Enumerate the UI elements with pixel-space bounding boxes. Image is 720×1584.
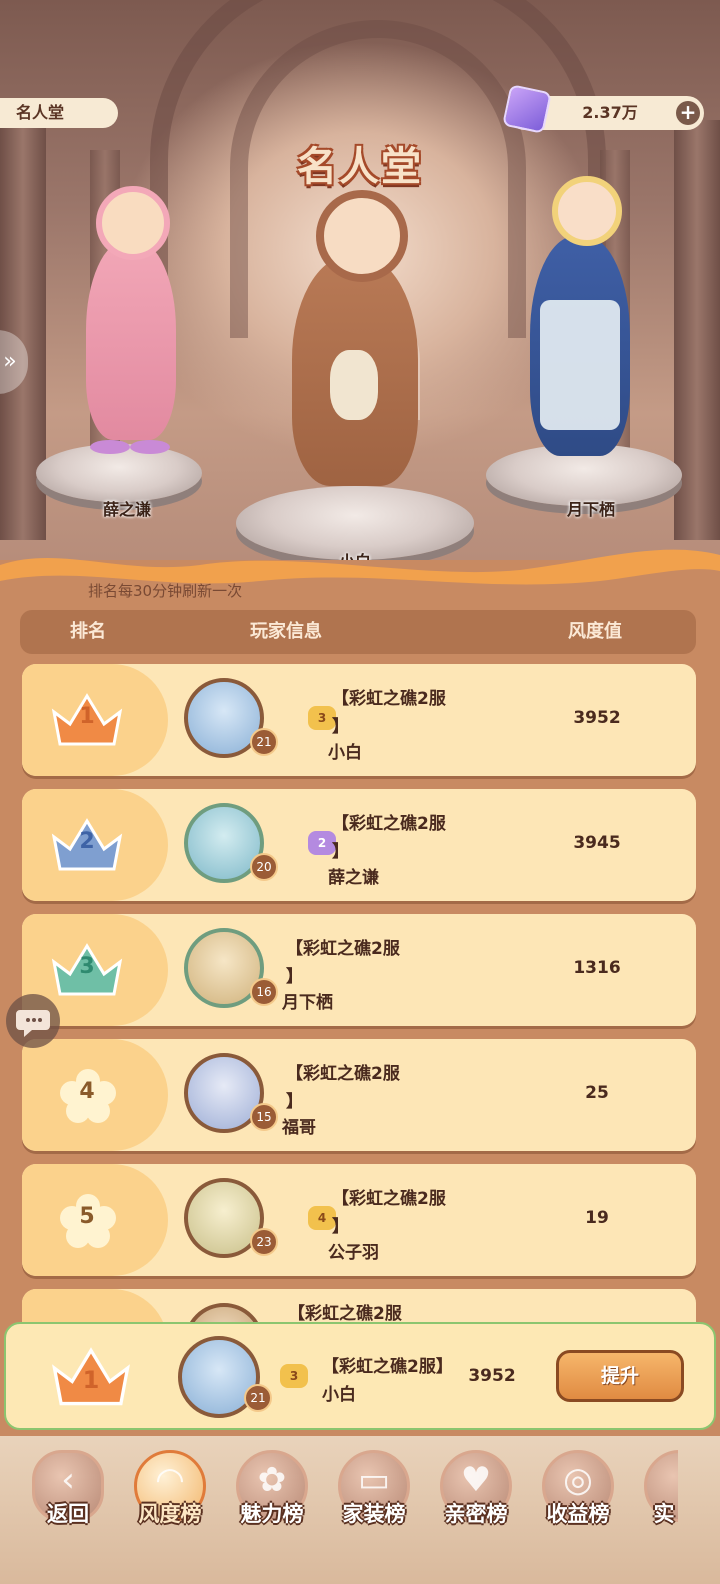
table-row[interactable]: 4 15 【彩虹之礁2服 】 福哥 25 — [22, 1039, 696, 1151]
panel-wave — [0, 549, 720, 615]
level-badge: 16 — [250, 978, 278, 1006]
nav-tab-charm[interactable]: ✿ 魅力榜 — [226, 1450, 318, 1574]
server-bracket: 】 — [332, 717, 349, 737]
player-name: 公子羽 — [328, 1243, 379, 1263]
refresh-notice: 排名每30分钟刷新一次 — [88, 582, 243, 600]
chat-button[interactable] — [6, 994, 60, 1048]
level-badge: 15 — [250, 1103, 278, 1131]
hall-of-fame-title-art: 名人堂 — [297, 144, 423, 190]
server-name: 【彩虹之礁2服 — [286, 939, 400, 959]
podium-name-right: 月下栖 — [566, 500, 615, 519]
nav-tab-partial[interactable]: 实 — [634, 1450, 678, 1574]
score-value: 3945 — [573, 833, 621, 853]
server-name: 【彩虹之礁2服 — [288, 1304, 402, 1324]
level-badge: 20 — [250, 853, 278, 881]
nav-back[interactable]: ‹ 返回 — [22, 1450, 114, 1574]
table-row[interactable]: 1 21 3 【彩虹之礁2服 】 小白 3952 — [22, 664, 696, 776]
table-row[interactable]: 5 23 4 【彩虹之礁2服 】 公子羽 19 — [22, 1164, 696, 1276]
server-name: 【彩虹之礁2服 — [332, 814, 446, 834]
double-chevron-icon: » — [3, 349, 17, 374]
level-badge: 21 — [250, 728, 278, 756]
nav-label: 收益榜 — [546, 1502, 610, 1526]
header-score: 风度值 — [568, 621, 622, 642]
server-bracket: 】 — [286, 1092, 303, 1112]
score-value: 19 — [585, 1208, 609, 1228]
rank-number: 3 — [79, 954, 95, 979]
player-name: 福哥 — [282, 1118, 316, 1138]
score-value: 25 — [585, 1083, 609, 1103]
rank-number: 4 — [79, 1079, 95, 1104]
rank-number: 5 — [79, 1204, 95, 1229]
gem-icon — [502, 84, 552, 134]
server-name: 【彩虹之礁2服 — [286, 1064, 400, 1084]
character-center-head — [316, 190, 408, 282]
podium-name-left: 薛之谦 — [102, 500, 151, 519]
my-score-value: 3952 — [468, 1366, 516, 1386]
nav-label: 风度榜 — [138, 1502, 202, 1526]
currency-value: 2.37万 — [582, 103, 638, 122]
my-rank-number: 1 — [82, 1366, 100, 1394]
nav-label: 实 — [653, 1502, 675, 1526]
level-badge: 23 — [250, 1228, 278, 1256]
player-name: 薛之谦 — [328, 868, 379, 888]
boost-button[interactable]: 提升 — [556, 1350, 684, 1402]
character-right-head — [552, 176, 622, 246]
rank-number: 1 — [79, 704, 95, 729]
chat-icon — [16, 1010, 50, 1037]
nav-label: 魅力榜 — [240, 1502, 304, 1526]
header-player: 玩家信息 — [250, 621, 322, 642]
server-bracket: 】 — [332, 1217, 349, 1237]
nav-label: 返回 — [47, 1502, 89, 1526]
page-tag: 名人堂 — [0, 98, 118, 128]
nav-label: 亲密榜 — [444, 1502, 508, 1526]
server-name: 【彩虹之礁2服 — [332, 1189, 446, 1209]
score-value: 3952 — [573, 708, 621, 728]
nav-tab-grace[interactable]: ◠ 风度榜 — [124, 1450, 216, 1574]
nav-tab-home-decor[interactable]: ▭ 家装榜 — [328, 1450, 420, 1574]
my-level-badge: 21 — [244, 1384, 272, 1412]
nav-label: 家装榜 — [342, 1502, 406, 1526]
add-currency-button[interactable]: + — [676, 101, 700, 125]
score-value: 1316 — [573, 958, 621, 978]
my-player-name: 小白 — [322, 1385, 356, 1405]
my-medal-badge: 3 — [280, 1364, 308, 1388]
player-name: 小白 — [328, 743, 362, 763]
player-name: 月下栖 — [282, 993, 333, 1013]
character-left[interactable] — [86, 240, 176, 440]
character-left-head — [96, 186, 170, 260]
nav-tab-income[interactable]: ◎ 收益榜 — [532, 1450, 624, 1574]
table-row[interactable]: 3 16 【彩虹之礁2服 】 月下栖 1316 — [22, 914, 696, 1026]
server-name: 【彩虹之礁2服 — [332, 689, 446, 709]
nav-tab-intimacy[interactable]: ♥ 亲密榜 — [430, 1450, 522, 1574]
rank-number: 2 — [79, 829, 95, 854]
table-row[interactable]: 2 20 2 【彩虹之礁2服 】 薛之谦 3945 — [22, 789, 696, 901]
header-rank: 排名 — [70, 621, 106, 642]
my-server-name: 【彩虹之礁2服】 — [322, 1357, 453, 1377]
server-bracket: 】 — [286, 967, 303, 987]
server-bracket: 】 — [332, 842, 349, 862]
